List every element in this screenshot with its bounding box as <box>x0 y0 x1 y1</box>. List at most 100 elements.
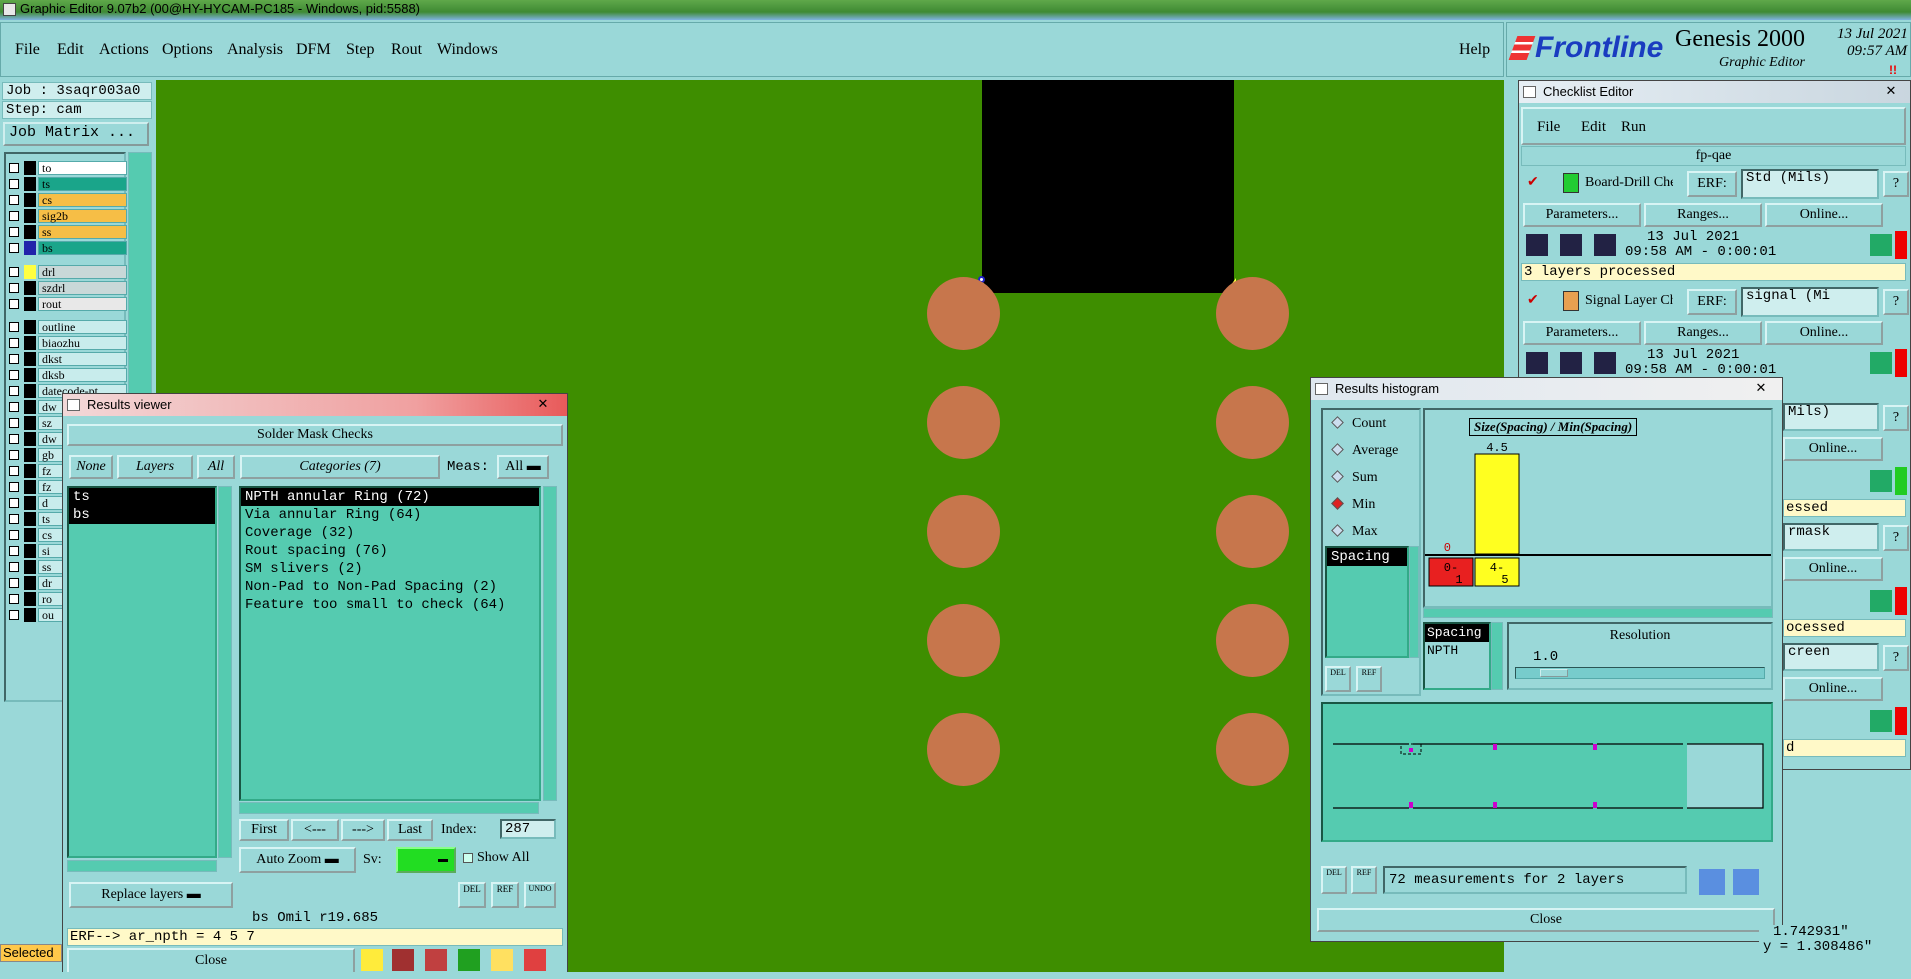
layer-color-swatch[interactable] <box>24 225 36 239</box>
menu-dfm[interactable]: DFM <box>296 41 331 59</box>
parameters-button[interactable]: Parameters... <box>1523 203 1641 227</box>
layer-checkbox[interactable] <box>9 227 19 237</box>
ref-button[interactable]: REF <box>1356 666 1382 692</box>
layer-checkbox[interactable] <box>9 211 19 221</box>
layer-checkbox[interactable] <box>9 594 19 604</box>
list-item[interactable]: bs <box>69 506 215 524</box>
menu-edit[interactable]: Edit <box>57 41 84 59</box>
run-icon[interactable] <box>1559 351 1583 375</box>
erf-button[interactable]: ERF: <box>1687 289 1737 315</box>
help-button[interactable]: ? <box>1883 289 1909 315</box>
erf-value-field[interactable]: Std (Mils) <box>1741 169 1879 199</box>
radio-sum[interactable]: Sum <box>1331 470 1378 486</box>
layer-row[interactable]: sig2b <box>6 209 127 223</box>
close-icon[interactable]: ✕ <box>531 396 555 412</box>
del-button[interactable]: DEL <box>1321 866 1347 894</box>
results-viewer-titlebar[interactable]: Results viewer ✕ <box>63 394 567 416</box>
ref-button[interactable]: REF <box>1351 866 1377 894</box>
erf-value-field[interactable]: Mils) <box>1783 403 1879 431</box>
layer-name[interactable]: dksb <box>38 368 127 382</box>
help-button[interactable]: ? <box>1883 171 1909 197</box>
categories-button[interactable]: Categories (7) <box>240 455 440 479</box>
checklist-titlebar[interactable]: Checklist Editor ✕ <box>1519 81 1910 103</box>
layer-name[interactable]: to <box>38 161 127 175</box>
layer-checkbox[interactable] <box>9 163 19 173</box>
list-item[interactable]: ts <box>69 488 215 506</box>
layer-list-hscrollbar[interactable] <box>67 860 217 872</box>
layer-color-swatch[interactable] <box>24 368 36 382</box>
layer-checkbox[interactable] <box>9 243 19 253</box>
layer-color-swatch[interactable] <box>24 209 36 223</box>
next-button[interactable]: ---> <box>341 819 385 841</box>
menu-options[interactable]: Options <box>162 41 213 59</box>
run-icon[interactable] <box>1525 351 1549 375</box>
layer-row[interactable]: bs <box>6 241 127 255</box>
layer-checkbox[interactable] <box>9 546 19 556</box>
layer-color-swatch[interactable] <box>24 336 36 350</box>
layer-color-swatch[interactable] <box>24 177 36 191</box>
layer-row[interactable]: to <box>6 161 127 175</box>
list-item[interactable]: Feature too small to check (64) <box>241 596 539 614</box>
zoom-icon[interactable] <box>1869 469 1893 493</box>
layer-name[interactable]: dkst <box>38 352 127 366</box>
zoom-icon[interactable] <box>1869 233 1893 257</box>
layer-row[interactable]: drl <box>6 265 127 279</box>
checklist-menu-file[interactable]: File <box>1537 119 1560 136</box>
show-all-checkbox[interactable] <box>463 853 473 863</box>
layer-name[interactable]: sig2b <box>38 209 127 223</box>
layer-results-list[interactable]: ts bs <box>67 486 217 858</box>
layer-color-swatch[interactable] <box>24 432 36 446</box>
erf-value-field[interactable]: rmask <box>1783 523 1879 551</box>
layer-row[interactable]: ss <box>6 225 127 239</box>
list-item[interactable]: NPTH <box>1425 642 1489 660</box>
menu-step[interactable]: Step <box>346 41 374 59</box>
filter-list[interactable]: Spacing NPTH <box>1423 622 1491 690</box>
layer-name[interactable]: outline <box>38 320 127 334</box>
layer-checkbox[interactable] <box>9 354 19 364</box>
layer-color-swatch[interactable] <box>24 416 36 430</box>
zoom-to-icon[interactable] <box>1698 868 1726 896</box>
layer-color-swatch[interactable] <box>24 384 36 398</box>
layer-row[interactable]: biaozhu <box>6 336 127 350</box>
menu-actions[interactable]: Actions <box>99 41 149 59</box>
list-item[interactable]: Rout spacing (76) <box>241 542 539 560</box>
layer-checkbox[interactable] <box>9 370 19 380</box>
del-button[interactable]: DEL <box>458 882 486 908</box>
layer-name[interactable]: cs <box>38 193 127 207</box>
last-button[interactable]: Last <box>387 819 433 841</box>
layer-checkbox[interactable] <box>9 530 19 540</box>
layer-checkbox[interactable] <box>9 578 19 588</box>
layer-checkbox[interactable] <box>9 562 19 572</box>
run-icon[interactable] <box>1559 233 1583 257</box>
layer-color-swatch[interactable] <box>24 320 36 334</box>
chart-hscrollbar[interactable] <box>1423 608 1773 618</box>
online-button[interactable]: Online... <box>1783 677 1883 701</box>
layer-color-swatch[interactable] <box>24 352 36 366</box>
parameters-button[interactable]: Parameters... <box>1523 321 1641 345</box>
menu-analysis[interactable]: Analysis <box>227 41 283 59</box>
prev-button[interactable]: <--- <box>291 819 339 841</box>
categories-scrollbar[interactable] <box>543 486 557 801</box>
zoom-icon[interactable] <box>1869 589 1893 613</box>
first-button[interactable]: First <box>239 819 289 841</box>
zoom-icon[interactable] <box>1869 709 1893 733</box>
document-icon[interactable] <box>490 948 514 972</box>
layer-color-swatch[interactable] <box>24 480 36 494</box>
layer-checkbox[interactable] <box>9 386 19 396</box>
list-item[interactable]: NPTH annular Ring (72) <box>241 488 539 506</box>
layer-checkbox[interactable] <box>9 299 19 309</box>
list-item[interactable]: Spacing <box>1327 548 1407 566</box>
radio-count[interactable]: Count <box>1331 416 1386 432</box>
select-none-button[interactable]: None <box>69 455 113 479</box>
categories-hscrollbar[interactable] <box>239 802 539 814</box>
layer-color-swatch[interactable] <box>24 193 36 207</box>
histogram-icon[interactable] <box>523 948 547 972</box>
clear-icon[interactable] <box>424 948 448 972</box>
run-icon[interactable] <box>1593 233 1617 257</box>
select-all-button[interactable]: All <box>197 455 235 479</box>
severity-dropdown[interactable]: ▬ <box>396 847 456 873</box>
layer-checkbox[interactable] <box>9 498 19 508</box>
zoom-icon[interactable] <box>1869 351 1893 375</box>
report-icon[interactable] <box>391 948 415 972</box>
radio-max[interactable]: Max <box>1331 524 1378 540</box>
